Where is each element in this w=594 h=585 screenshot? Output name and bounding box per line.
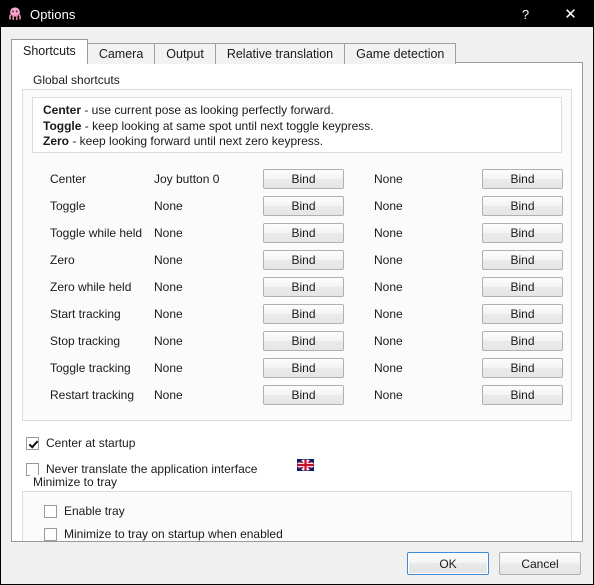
title-bar-buttons: ? ✕ [503, 1, 593, 27]
shortcut-binding-secondary: None [374, 171, 403, 186]
bind-button-primary[interactable]: Bind [263, 357, 344, 378]
table-row: Center Joy button 0 Bind None Bind [22, 165, 572, 192]
bind-button-primary[interactable]: Bind [263, 384, 344, 405]
minimize-to-tray-title: Minimize to tray [30, 475, 121, 489]
shortcut-binding-primary: None [154, 387, 183, 402]
shortcut-label: Zero [50, 252, 75, 267]
bind-button-primary[interactable]: Bind [263, 276, 344, 297]
shortcut-binding-secondary: None [374, 252, 403, 267]
bind-button-secondary[interactable]: Bind [482, 384, 563, 405]
bind-button-secondary[interactable]: Bind [482, 168, 563, 189]
checkbox-box[interactable] [26, 436, 39, 450]
shortcut-binding-primary: None [154, 279, 183, 294]
help-desc-center: - use current pose as looking perfectly … [81, 103, 334, 117]
bind-button-secondary[interactable]: Bind [482, 330, 563, 351]
checkbox-box[interactable] [26, 462, 39, 476]
tab-camera[interactable]: Camera [86, 43, 156, 64]
shortcut-label: Toggle tracking [50, 360, 131, 375]
shortcut-label: Toggle [50, 198, 86, 213]
shortcut-binding-secondary: None [374, 225, 403, 240]
table-row: Toggle None Bind None Bind [22, 192, 572, 219]
shortcut-binding-primary: None [154, 306, 183, 321]
table-row: Zero None Bind None Bind [22, 246, 572, 273]
bind-button-secondary[interactable]: Bind [482, 276, 563, 297]
bind-button-secondary[interactable]: Bind [482, 357, 563, 378]
shortcut-label: Zero while held [50, 279, 132, 294]
help-line-center: Center - use current pose as looking per… [43, 103, 551, 119]
table-row: Toggle tracking None Bind None Bind [22, 354, 572, 381]
bind-button-primary[interactable]: Bind [263, 222, 344, 243]
table-row: Restart tracking None Bind None Bind [22, 381, 572, 408]
table-row: Toggle while held None Bind None Bind [22, 219, 572, 246]
shortcut-label: Restart tracking [50, 387, 135, 402]
union-jack-flag-icon[interactable] [297, 459, 314, 471]
shortcut-binding-primary: None [154, 333, 183, 348]
help-term-center: Center [43, 103, 82, 117]
tab-relative-translation[interactable]: Relative translation [214, 43, 346, 64]
global-shortcuts-title: Global shortcuts [30, 73, 123, 87]
ok-button[interactable]: OK [407, 552, 489, 575]
shortcut-binding-secondary: None [374, 306, 403, 321]
bind-button-primary[interactable]: Bind [263, 195, 344, 216]
table-row: Zero while held None Bind None Bind [22, 273, 572, 300]
checkbox-minimize-on-startup[interactable]: Minimize to tray on startup when enabled [44, 527, 283, 541]
bind-button-primary[interactable]: Bind [263, 168, 344, 189]
close-icon[interactable]: ✕ [548, 1, 593, 27]
dialog-footer: OK Cancel [1, 543, 593, 584]
help-button[interactable]: ? [503, 1, 548, 27]
window-title: Options [30, 6, 76, 22]
shortcut-binding-primary: None [154, 198, 183, 213]
help-term-zero: Zero [43, 134, 70, 148]
dialog-body: Shortcuts Camera Output Relative transla… [1, 27, 593, 584]
bind-button-primary[interactable]: Bind [263, 330, 344, 351]
bind-button-secondary[interactable]: Bind [482, 249, 563, 270]
shortcut-binding-secondary: None [374, 198, 403, 213]
global-shortcuts-group: Global shortcuts Center - use current po… [22, 73, 572, 421]
help-line-toggle: Toggle - keep looking at same spot until… [43, 119, 551, 135]
shortcut-binding-secondary: None [374, 360, 403, 375]
checkbox-label: Center at startup [46, 436, 136, 450]
cancel-button[interactable]: Cancel [499, 552, 581, 575]
help-desc-toggle: - keep looking at same spot until next t… [81, 118, 374, 133]
tab-shortcuts[interactable]: Shortcuts [11, 39, 88, 63]
shortcut-binding-secondary: None [374, 387, 403, 402]
shortcut-label: Center [50, 171, 87, 186]
help-line-zero: Zero - keep looking forward until next z… [43, 134, 551, 150]
bind-button-secondary[interactable]: Bind [482, 303, 563, 324]
checkbox-box[interactable] [44, 527, 57, 541]
shortcut-binding-primary: None [154, 225, 183, 240]
shortcut-rows: Center Joy button 0 Bind None Bind Toggl… [22, 165, 572, 419]
tab-output[interactable]: Output [154, 43, 216, 64]
checkbox-center-at-startup[interactable]: Center at startup [26, 435, 135, 451]
shortcut-binding-secondary: None [374, 333, 403, 348]
shortcut-label: Toggle while held [50, 225, 143, 240]
tab-page-shortcuts: Global shortcuts Center - use current po… [11, 62, 583, 542]
checkbox-label: Minimize to tray on startup when enabled [64, 527, 283, 541]
minimize-to-tray-group: Minimize to tray Enable tray Minimize to… [22, 475, 572, 541]
bind-button-primary[interactable]: Bind [263, 303, 344, 324]
shortcut-label: Stop tracking [50, 333, 121, 348]
shortcut-label: Start tracking [50, 306, 121, 321]
table-row: Stop tracking None Bind None Bind [22, 327, 572, 354]
shortcut-binding-primary: None [154, 360, 183, 375]
help-term-toggle: Toggle [43, 118, 82, 133]
tab-game-detection[interactable]: Game detection [344, 43, 457, 64]
checkbox-enable-tray[interactable]: Enable tray [44, 504, 125, 518]
shortcuts-help-panel: Center - use current pose as looking per… [32, 97, 562, 153]
bind-button-secondary[interactable]: Bind [482, 195, 563, 216]
help-desc-zero: - keep looking forward until next zero k… [69, 134, 324, 148]
table-row: Start tracking None Bind None Bind [22, 300, 572, 327]
title-bar: Options ? ✕ [1, 1, 593, 27]
checkbox-label: Enable tray [64, 504, 125, 518]
shortcut-binding-primary: None [154, 252, 183, 267]
shortcut-binding-secondary: None [374, 279, 403, 294]
options-dialog: Options ? ✕ Shortcuts Camera Output Rela… [0, 0, 594, 585]
octopus-icon [9, 7, 21, 20]
checkbox-box[interactable] [44, 504, 57, 518]
shortcut-binding-primary: Joy button 0 [154, 171, 220, 186]
bind-button-primary[interactable]: Bind [263, 249, 344, 270]
bind-button-secondary[interactable]: Bind [482, 222, 563, 243]
checkbox-label: Never translate the application interfac… [46, 462, 258, 476]
tab-strip: Shortcuts Camera Output Relative transla… [11, 39, 593, 64]
